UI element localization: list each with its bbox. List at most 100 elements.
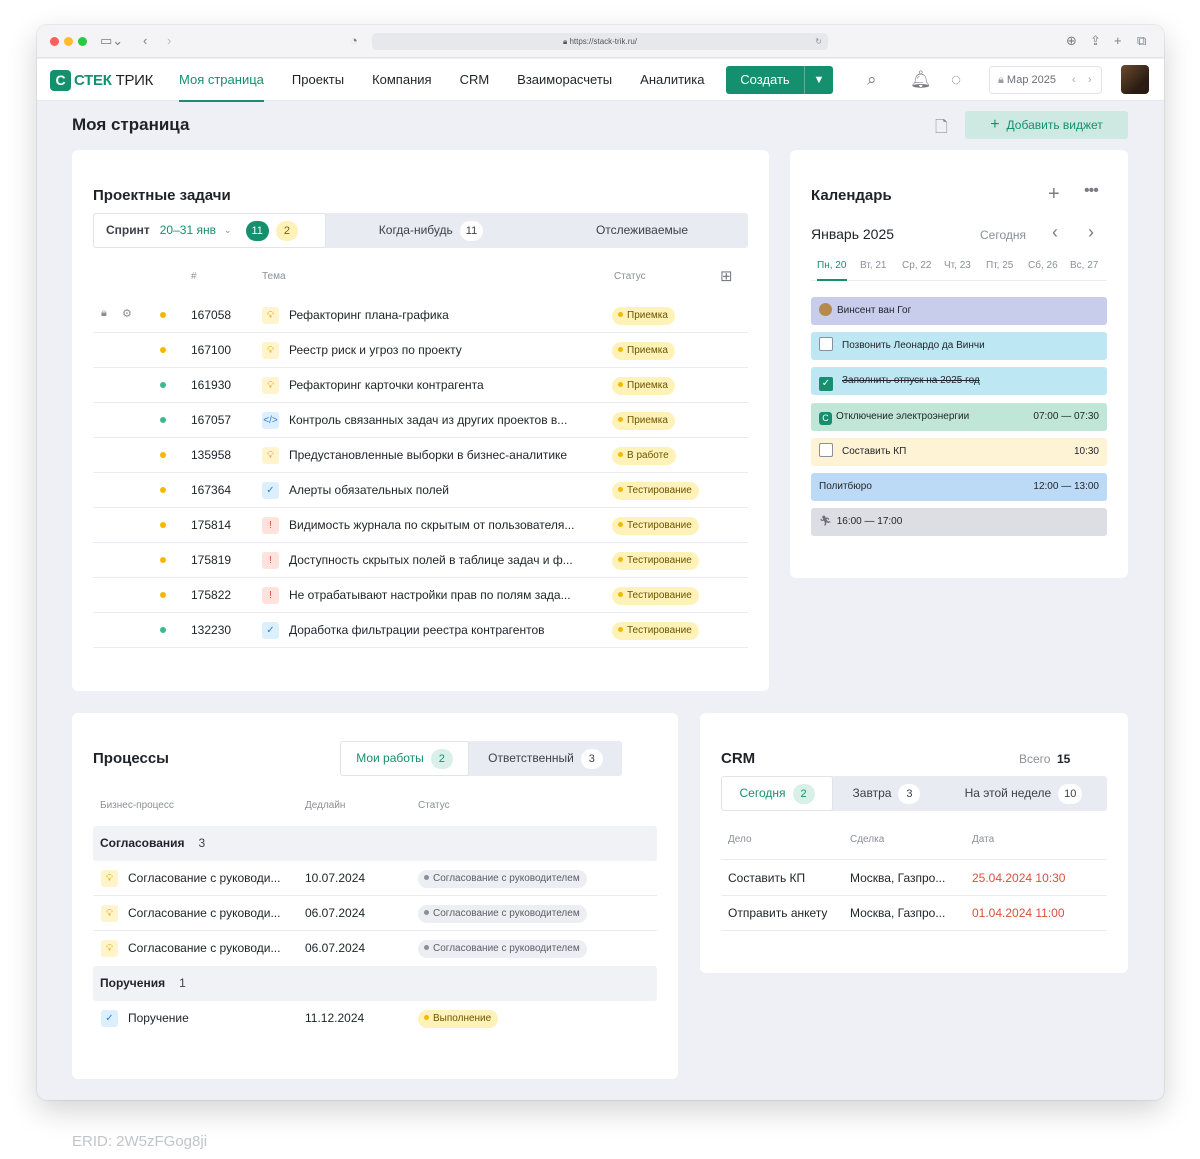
nav-settlements[interactable]: Взаиморасчеты: [503, 59, 626, 101]
calendar-event[interactable]: 🏃︎ 16:00 — 17:00: [811, 508, 1107, 537]
table-row[interactable]: ✓ Поручение 11.12.2024 Выполнение: [93, 1001, 657, 1036]
table-row[interactable]: 175819! Доступность скрытых полей в табли…: [93, 543, 748, 578]
task-title[interactable]: Не отрабатывают настройки прав по полям …: [289, 578, 605, 613]
status-badge: Тестирование: [612, 552, 699, 570]
calendar-day[interactable]: Вс, 27: [1070, 260, 1098, 271]
table-row[interactable]: 175814! Видимость журнала по скрытым от п…: [93, 508, 748, 543]
nav-analytics[interactable]: Аналитика: [626, 59, 718, 101]
checkbox[interactable]: [819, 337, 833, 352]
reload-icon[interactable]: ↻: [815, 33, 822, 50]
address-bar[interactable]: 🔒︎ https://stack-trik.ru/↻: [372, 33, 828, 50]
table-row[interactable]: 💡︎ Согласование с руководи... 06.07.2024 Со…: [93, 896, 657, 931]
task-title[interactable]: Доработка фильтрации реестра контрагенто…: [289, 613, 605, 648]
tab-tomorrow[interactable]: Завтра 3: [833, 776, 940, 811]
process-name[interactable]: Согласование с руководи...: [128, 896, 296, 931]
table-row[interactable]: 💡︎ Согласование с руководи... 10.07.2024 Со…: [93, 861, 657, 896]
table-row[interactable]: Отправить анкету Москва, Газпро... 01.04.2…: [721, 896, 1107, 931]
tab-someday[interactable]: Когда-нибудь 11: [326, 213, 536, 248]
process-name[interactable]: Согласование с руководи...: [128, 861, 296, 896]
more-icon[interactable]: •••: [1084, 182, 1099, 200]
add-widget-button[interactable]: + Добавить виджет: [965, 111, 1128, 139]
minimize-window-button[interactable]: [64, 37, 73, 46]
task-title[interactable]: Контроль связанных задач из других проек…: [289, 403, 605, 438]
tabs-overview-icon[interactable]: ⧉: [1137, 33, 1146, 49]
table-row[interactable]: 🔒︎ ⚙ 167058 💡︎ Рефакторинг плана-графика Прие…: [93, 298, 748, 333]
tab-tracked[interactable]: Отслеживаемые: [536, 213, 748, 248]
sidebar-toggle-icon[interactable]: ▭⌄: [100, 33, 123, 49]
table-row[interactable]: 175822! Не отрабатывают настройки прав по…: [93, 578, 748, 613]
task-title[interactable]: Реестр риск и угроз по проекту: [289, 333, 605, 368]
chevron-down-icon[interactable]: ▼: [804, 66, 833, 94]
reader-icon[interactable]: ◔: [350, 33, 358, 49]
calendar-day[interactable]: Вт, 21: [860, 260, 887, 271]
table-row[interactable]: 167057 </> Контроль связанных задач из дру…: [93, 403, 748, 438]
calendar-event[interactable]: ✓ Заполнить отпуск на 2025 год: [811, 367, 1107, 396]
calendar-event[interactable]: Позвонить Леонардо да Винчи: [811, 332, 1107, 361]
table-row[interactable]: 💡︎ Согласование с руководи... 06.07.2024 Со…: [93, 931, 657, 966]
tab-responsible[interactable]: Ответственный 3: [469, 741, 622, 776]
task-title[interactable]: Предустановленные выборки в бизнес-анали…: [289, 438, 605, 473]
crm-deal[interactable]: Составить КП: [728, 861, 843, 896]
table-row[interactable]: Составить КП Москва, Газпро... 25.04.2024 …: [721, 861, 1107, 896]
avatar[interactable]: [1121, 65, 1149, 94]
table-settings-icon[interactable]: ⊞: [720, 267, 733, 285]
calendar-day[interactable]: Пт, 25: [986, 260, 1013, 271]
calendar-day[interactable]: Ср, 22: [902, 260, 931, 271]
plus-icon[interactable]: +: [1048, 183, 1060, 206]
calendar-day[interactable]: Чт, 23: [944, 260, 971, 271]
timer-icon[interactable]: ◌: [951, 69, 961, 91]
table-row[interactable]: 161930 💡︎ Рефакторинг карточки контрагента…: [93, 368, 748, 403]
task-title[interactable]: Рефакторинг карточки контрагента: [289, 368, 605, 403]
crm-sale[interactable]: Москва, Газпро...: [850, 861, 962, 896]
back-icon[interactable]: ‹: [143, 33, 147, 49]
calendar-event[interactable]: Политбюро 12:00 — 13:00: [811, 473, 1107, 501]
close-window-button[interactable]: [50, 37, 59, 46]
process-name[interactable]: Поручение: [128, 1001, 296, 1036]
task-title[interactable]: Рефакторинг плана-графика: [289, 298, 605, 333]
crm-deal[interactable]: Отправить анкету: [728, 896, 843, 931]
download-icon[interactable]: ⊕: [1066, 33, 1077, 49]
table-row[interactable]: 135958 💡︎ Предустановленные выборки в бизн…: [93, 438, 748, 473]
calendar-day[interactable]: Пн, 20: [817, 260, 846, 271]
search-icon[interactable]: ⌕: [867, 69, 877, 91]
task-title[interactable]: Алерты обязательных полей: [289, 473, 605, 508]
document-icon[interactable]: 🗋︎: [935, 116, 951, 136]
today-button[interactable]: Сегодня: [980, 228, 1026, 242]
task-title[interactable]: Видимость журнала по скрытым от пользова…: [289, 508, 605, 543]
calendar-event[interactable]: С Отключение электроэнергии 07:00 — 07:30: [811, 402, 1107, 431]
chevron-left-icon[interactable]: ‹: [1052, 222, 1058, 243]
process-group[interactable]: Согласования 3: [93, 826, 657, 861]
chevron-right-icon[interactable]: ›: [1088, 222, 1094, 243]
tab-sprint[interactable]: Спринт 20–31 янв ⌄ 11 2: [93, 213, 326, 248]
chevron-left-icon[interactable]: ‹: [1072, 67, 1076, 93]
logo[interactable]: С СТЕК ТРИК: [50, 69, 153, 91]
table-row[interactable]: 167100 💡︎ Реестр риск и угроз по проекту Пр…: [93, 333, 748, 368]
period-selector[interactable]: 🔒︎ Мар 2025 ‹ ›: [989, 66, 1102, 94]
share-icon[interactable]: ⇪: [1090, 33, 1101, 49]
chevron-right-icon[interactable]: ›: [1088, 67, 1092, 93]
tab-this-week[interactable]: На этой неделе 10: [940, 776, 1107, 811]
crm-sale[interactable]: Москва, Газпро...: [850, 896, 962, 931]
maximize-window-button[interactable]: [78, 37, 87, 46]
table-row[interactable]: 167364 ✓ Алерты обязательных полей Тестиров…: [93, 473, 748, 508]
process-group[interactable]: Поручения 1: [93, 966, 657, 1001]
nav-projects[interactable]: Проекты: [278, 59, 358, 101]
calendar-event[interactable]: Винсент ван Гог: [811, 297, 1107, 325]
chevron-down-icon[interactable]: ⌄: [224, 213, 232, 248]
nav-company[interactable]: Компания: [358, 59, 446, 101]
checkbox[interactable]: [819, 442, 833, 457]
tab-today[interactable]: Сегодня 2: [721, 776, 833, 811]
bell-icon[interactable]: 🔔︎: [910, 69, 932, 91]
checkbox-checked[interactable]: ✓: [819, 377, 833, 392]
calendar-day[interactable]: Сб, 26: [1028, 260, 1058, 271]
task-title[interactable]: Доступность скрытых полей в таблице зада…: [289, 543, 605, 578]
tab-my-works[interactable]: Мои работы 2: [340, 741, 469, 776]
nav-crm[interactable]: CRM: [446, 59, 504, 101]
forward-icon[interactable]: ›: [167, 33, 171, 49]
new-tab-icon[interactable]: +: [1114, 33, 1122, 49]
process-name[interactable]: Согласование с руководи...: [128, 931, 296, 966]
create-button[interactable]: Создать ▼: [726, 66, 833, 94]
table-row[interactable]: 132230 ✓ Доработка фильтрации реестра конт…: [93, 613, 748, 648]
calendar-event[interactable]: Составить КП 10:30: [811, 437, 1107, 466]
nav-my-page[interactable]: Моя страница: [165, 59, 278, 102]
